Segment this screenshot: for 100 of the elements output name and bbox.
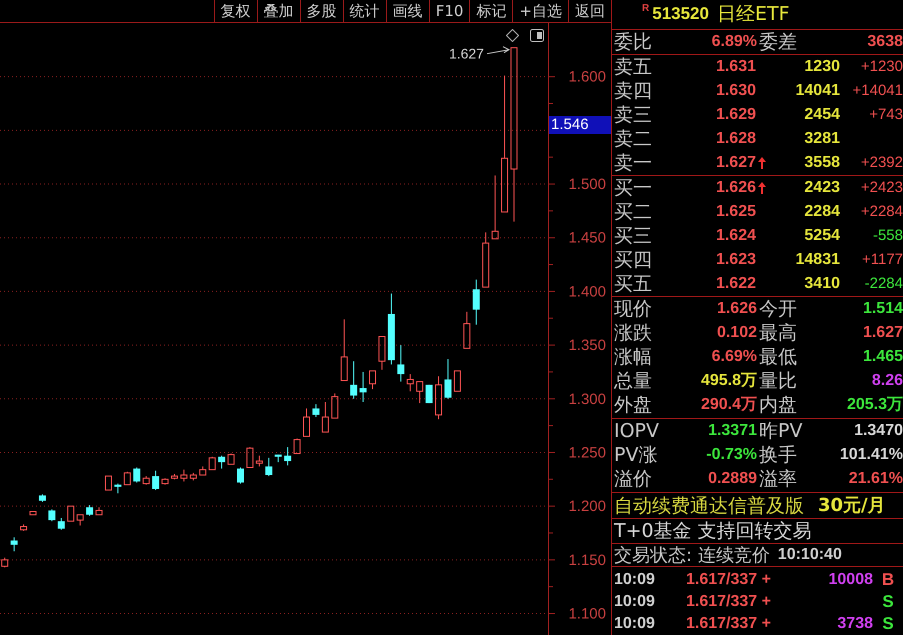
stat-value: 3638 bbox=[867, 32, 903, 52]
axis-label: 1.100 bbox=[568, 606, 606, 623]
candlestick bbox=[435, 376, 442, 420]
tick-side: S bbox=[882, 614, 894, 634]
toolbar-button[interactable]: +自选 bbox=[512, 0, 568, 22]
level-label: 卖三 bbox=[613, 104, 652, 126]
panel-icon[interactable] bbox=[530, 29, 544, 42]
flag-letter: R bbox=[642, 3, 650, 14]
toolbar-button[interactable]: 复权 bbox=[214, 0, 257, 22]
candlestick bbox=[246, 446, 254, 468]
candlestick bbox=[152, 470, 160, 491]
candlestick bbox=[133, 467, 140, 484]
toolbar-button[interactable]: F10 bbox=[428, 0, 470, 22]
candlestick bbox=[38, 494, 46, 502]
pointer-arrow bbox=[486, 46, 510, 54]
candlestick bbox=[20, 524, 28, 532]
candlestick bbox=[237, 467, 244, 484]
candlestick bbox=[492, 174, 499, 240]
level-label: 买五 bbox=[613, 272, 652, 295]
candlestick bbox=[426, 384, 433, 404]
level-label: 卖一 bbox=[613, 152, 652, 174]
toolbar-button[interactable]: 标记 bbox=[469, 0, 512, 22]
stat-value: 1.3470 bbox=[854, 420, 903, 440]
level-label: 卖四 bbox=[613, 80, 652, 102]
candlestick bbox=[472, 279, 480, 326]
stat-label: 外盘 bbox=[613, 394, 652, 416]
axis-label: 1.500 bbox=[568, 176, 606, 194]
candlestick bbox=[454, 370, 461, 392]
candlestick bbox=[416, 381, 424, 404]
candlestick bbox=[180, 469, 188, 482]
candlestick bbox=[388, 293, 395, 365]
candlestick bbox=[274, 454, 282, 463]
level-label: 买二 bbox=[613, 200, 652, 223]
candlestick bbox=[48, 508, 56, 522]
candlestick bbox=[444, 358, 452, 400]
tick-price: 1.617/337 + bbox=[686, 571, 771, 590]
candlestick bbox=[350, 360, 358, 400]
candlestick bbox=[284, 446, 292, 466]
tick-time: 10:09 bbox=[613, 593, 655, 612]
diamond-icon[interactable] bbox=[506, 29, 519, 42]
fund-notice: T+0基金 支持回转交易 bbox=[614, 520, 812, 542]
toolbar-button[interactable]: 多股 bbox=[300, 0, 343, 22]
tick-side: B bbox=[882, 570, 894, 590]
candlestick bbox=[114, 483, 122, 494]
stat-value: 1.514 bbox=[862, 298, 903, 319]
toolbar-button[interactable]: 返回 bbox=[568, 0, 611, 22]
ask-volume: 14041 bbox=[796, 80, 840, 101]
stock-code: 513520 bbox=[652, 4, 709, 24]
tick-volume: 3738 bbox=[837, 615, 873, 634]
candlestick bbox=[124, 471, 131, 486]
candlestick bbox=[96, 506, 103, 516]
current-price-tag: 1.546 bbox=[549, 116, 611, 134]
stat-value: 0.102 bbox=[716, 322, 757, 343]
stat-value: 1.626 bbox=[716, 298, 757, 319]
candlestick bbox=[86, 504, 94, 516]
stat-value: 205.3万 bbox=[846, 394, 903, 415]
axis-label: 1.300 bbox=[568, 390, 606, 408]
tick-time: 10:09 bbox=[613, 615, 655, 634]
toolbar-button[interactable]: 画线 bbox=[386, 0, 429, 22]
stat-label: 最高 bbox=[758, 322, 797, 344]
candlestick bbox=[30, 511, 36, 516]
volume-change: +743 bbox=[869, 104, 903, 125]
candlestick bbox=[142, 476, 150, 486]
stat-value: 0.2889 bbox=[708, 468, 757, 488]
stat-label: 涨跌 bbox=[613, 322, 652, 344]
ask-volume: 1230 bbox=[804, 56, 840, 77]
toolbar-button[interactable]: 统计 bbox=[342, 0, 386, 22]
promo-price: 30元/月 bbox=[818, 494, 886, 517]
trade-status: 交易状态: 连续竞价 bbox=[614, 544, 770, 566]
stat-label: IOPV bbox=[613, 420, 660, 442]
stat-value: 6.89% bbox=[712, 32, 757, 52]
level-label: 买四 bbox=[613, 248, 652, 271]
bid-volume: 2284 bbox=[804, 202, 840, 222]
ask-price: 1.629 bbox=[716, 104, 756, 125]
bid-price: 1.625 bbox=[716, 202, 756, 222]
axis-label: 1.200 bbox=[568, 498, 606, 516]
ask-price: 1.627 bbox=[716, 152, 756, 173]
axis-label: 1.350 bbox=[568, 337, 606, 354]
candlestick bbox=[294, 438, 301, 454]
toolbar-button[interactable]: 叠加 bbox=[256, 0, 300, 22]
stat-label: 内盘 bbox=[758, 394, 797, 416]
axis-label: 1.450 bbox=[568, 230, 606, 247]
bid-price: 1.623 bbox=[716, 250, 756, 270]
candlestick bbox=[331, 392, 338, 419]
candlestick bbox=[482, 232, 490, 288]
candlestick bbox=[378, 336, 386, 370]
candlestick bbox=[369, 370, 376, 390]
candlestick bbox=[340, 318, 348, 382]
axis-label: 1.600 bbox=[568, 68, 606, 86]
stat-value: 290.4万 bbox=[700, 394, 757, 415]
stat-label: 委比 bbox=[613, 30, 652, 53]
candlestick bbox=[170, 473, 178, 480]
candlestick bbox=[1, 557, 8, 568]
stat-value: 1.627 bbox=[862, 322, 903, 343]
stat-value: 1.3371 bbox=[708, 420, 757, 440]
ask-price: 1.628 bbox=[716, 128, 756, 149]
level-label: 买三 bbox=[613, 224, 652, 247]
stat-label: 总量 bbox=[613, 370, 652, 392]
candlestick bbox=[218, 455, 226, 470]
volume-change: -2284 bbox=[864, 274, 903, 294]
